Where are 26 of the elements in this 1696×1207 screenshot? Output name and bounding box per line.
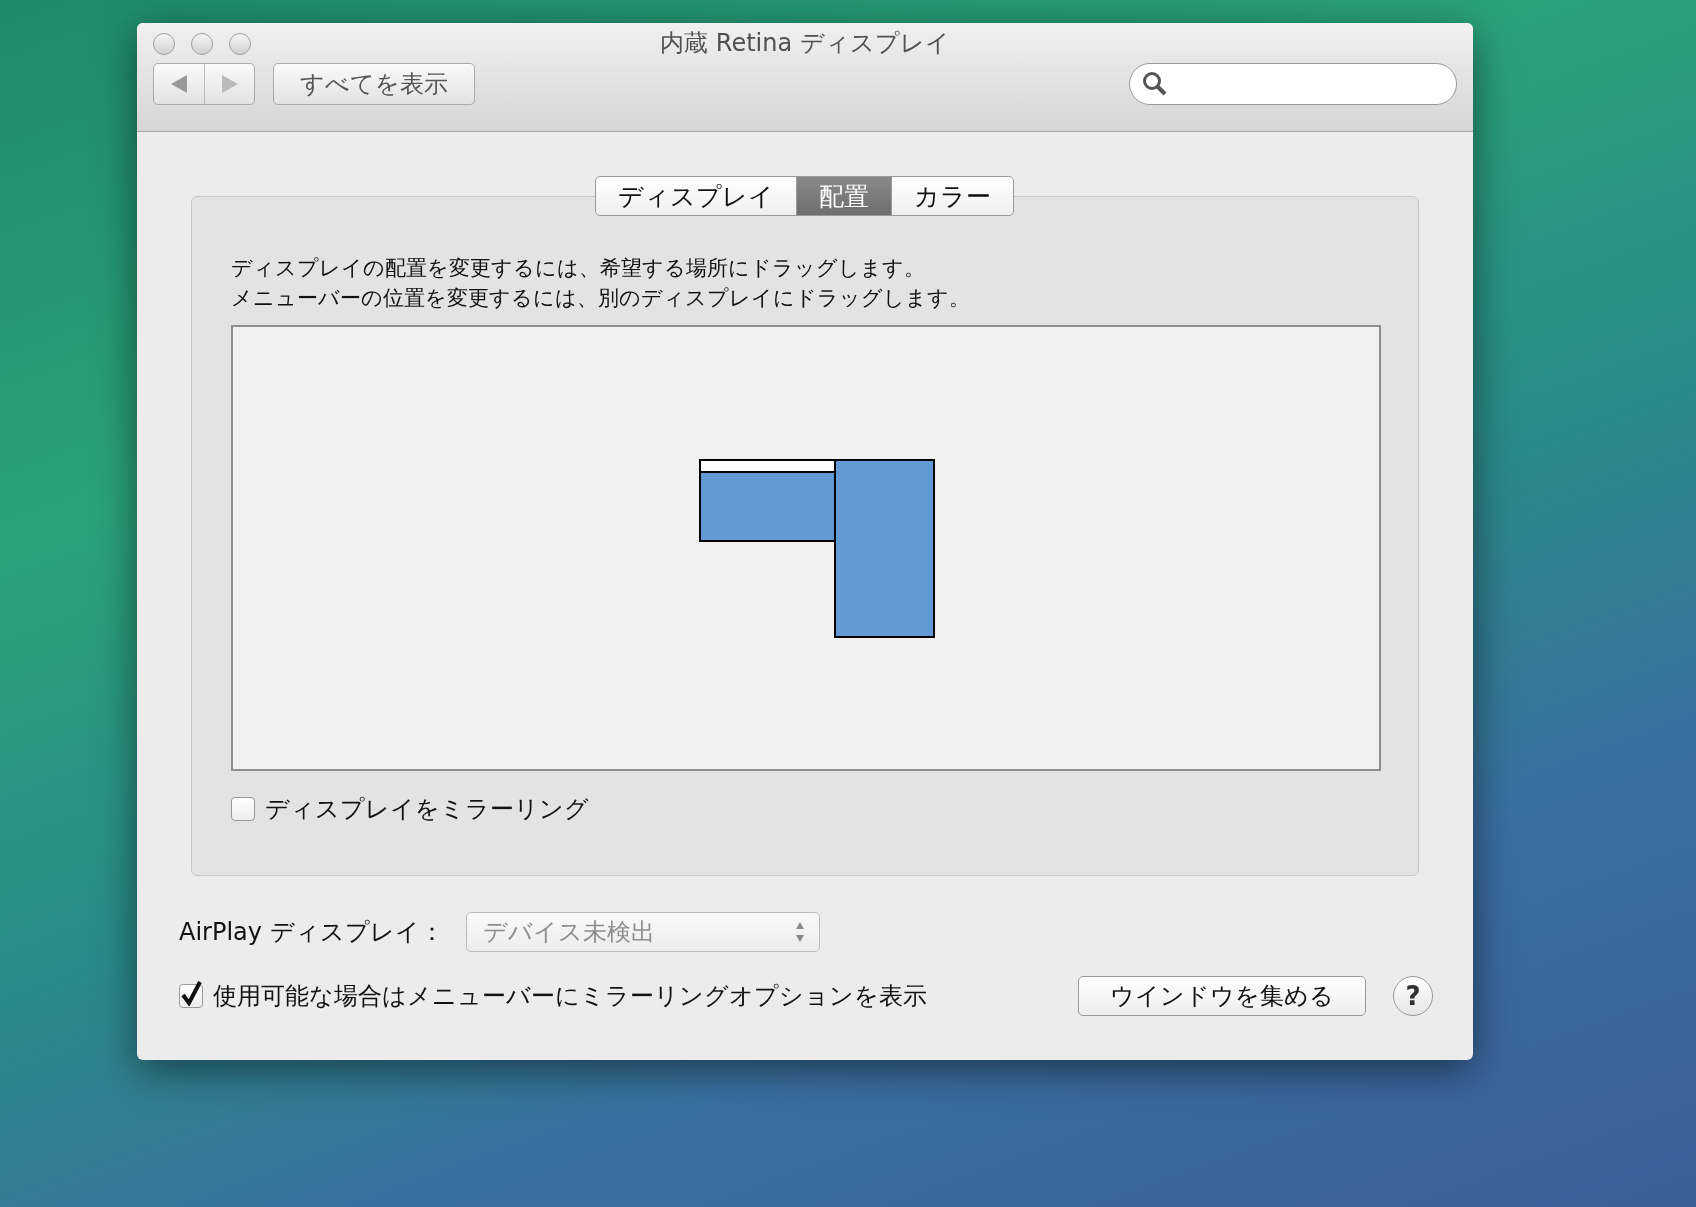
stepper-arrows-icon (794, 921, 805, 943)
instruction-text: ディスプレイの配置を変更するには、希望する場所にドラッグします。 (231, 255, 926, 282)
airplay-label: AirPlay ディスプレイ： (179, 917, 444, 948)
tab[interactable]: ディスプレイ (595, 176, 797, 216)
gather-windows-button[interactable]: ウインドウを集める (1078, 976, 1366, 1016)
show-all-button[interactable]: すべてを表示 (273, 63, 475, 105)
window-control-button[interactable] (229, 33, 251, 55)
checkmark-icon (180, 980, 202, 1006)
tab[interactable]: カラー (891, 176, 1014, 216)
checkbox[interactable] (179, 984, 203, 1008)
search-icon (1142, 71, 1168, 97)
checkbox-label: ディスプレイをミラーリング (265, 794, 589, 825)
window-control-button[interactable] (191, 33, 213, 55)
display-rectangle[interactable] (699, 459, 836, 542)
search-field[interactable] (1129, 63, 1457, 105)
window-title: 内蔵 Retina ディスプレイ (660, 28, 950, 59)
tab[interactable]: 配置 (796, 176, 892, 216)
instruction-text: メニューバーの位置を変更するには、別のディスプレイにドラッグします。 (231, 285, 971, 312)
right-triangle-icon (221, 75, 238, 93)
checkbox[interactable] (231, 797, 255, 821)
window-control-button[interactable] (153, 33, 175, 55)
display-rectangle[interactable] (834, 459, 935, 638)
left-triangle-icon (171, 75, 187, 93)
menu-bar-strip[interactable] (701, 461, 834, 473)
checkbox-label: 使用可能な場合はメニューバーにミラーリングオプションを表示 (213, 981, 927, 1012)
help-button[interactable]: ? (1393, 976, 1433, 1016)
